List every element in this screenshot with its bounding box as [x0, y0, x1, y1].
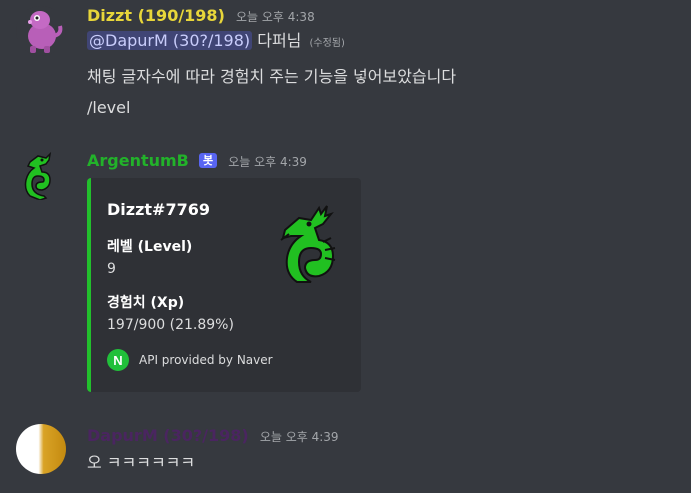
naver-icon: N [107, 349, 129, 371]
embed-field-value: 197/900 (21.89%) [107, 317, 234, 333]
green-dragon-avatar-icon [24, 151, 52, 200]
username[interactable]: ArgentumB [87, 151, 189, 170]
username[interactable]: Dizzt (190/198) [87, 6, 225, 25]
message-text: /level [87, 98, 131, 117]
embed-field-name: 경험치 (Xp) [107, 295, 185, 311]
message-text: 오 ㅋㅋㅋㅋㅋㅋ [87, 453, 196, 472]
avatar-argentumb[interactable] [16, 150, 66, 200]
embed-title: Dizzt#7769 [107, 200, 210, 219]
embed-field-name: 레벨 (Level) [107, 239, 193, 255]
message-text: 채팅 글자수에 따라 경험치 주는 기능을 넣어보았습니다 [87, 67, 457, 86]
timestamp: 오늘 오후 4:39 [228, 155, 307, 169]
edited-label: (수정됨) [309, 38, 345, 49]
naver-icon-letter: N [113, 352, 123, 368]
username[interactable]: DapurM (30?/198) [87, 426, 249, 445]
message-text: 다퍼님 [252, 31, 302, 50]
bot-tag: 봇 [198, 153, 218, 168]
avatar-dapurm[interactable] [16, 424, 66, 474]
timestamp: 오늘 오후 4:38 [235, 10, 315, 24]
embed-footer-text: API provided by Naver [139, 353, 273, 367]
message-dapurm: DapurM (30?/198) 오늘 오후 4:39 오 ㅋㅋㅋㅋㅋㅋ [0, 420, 691, 490]
level-embed: Dizzt#7769 레벨 (Level) 9 경험치 (Xp) 197/900… [87, 178, 361, 392]
timestamp: 오늘 오후 4:39 [259, 430, 339, 444]
message-dizzt: Dizzt (190/198) 오늘 오후 4:38 @DapurM (30?/… [0, 0, 691, 130]
dragon-thumbnail-icon[interactable] [277, 200, 339, 284]
pink-dino-avatar-icon [28, 11, 63, 53]
embed-field-value: 9 [107, 261, 116, 277]
user-mention[interactable]: @DapurM (30?/198) [87, 31, 253, 50]
avatar-dizzt[interactable] [16, 6, 66, 56]
